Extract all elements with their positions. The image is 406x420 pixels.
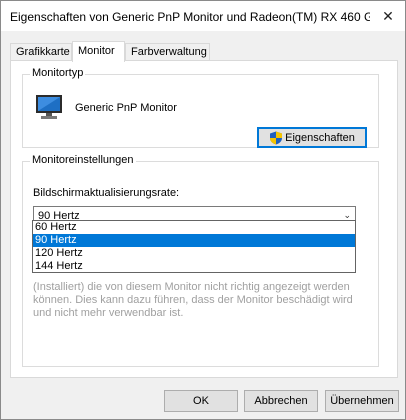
uac-shield-icon	[270, 131, 283, 144]
refresh-rate-label: Bildschirmaktualisierungsrate:	[33, 187, 180, 199]
properties-button[interactable]: Eigenschaften	[257, 127, 367, 148]
option-120-hertz[interactable]: 120 Hertz	[33, 247, 355, 260]
tab-farbverwaltung[interactable]: Farbverwaltung	[125, 43, 210, 61]
ok-button[interactable]: OK	[164, 390, 238, 412]
refresh-rate-dropdown-list: 60 Hertz 90 Hertz 120 Hertz 144 Hertz	[32, 220, 356, 273]
close-button[interactable]: ✕	[371, 1, 405, 31]
monitor-settings-label: Monitoreinstellungen	[30, 154, 136, 166]
monitor-type-group: Monitortyp Generic PnP Monitor Eigenscha…	[22, 67, 379, 148]
tab-panel-monitor: Monitortyp Generic PnP Monitor Eigenscha…	[10, 60, 398, 378]
refresh-warning-text: (Installiert) die von diesem Monitor nic…	[33, 281, 353, 319]
title-bar[interactable]: Eigenschaften von Generic PnP Monitor un…	[1, 1, 405, 31]
cancel-button[interactable]: Abbrechen	[244, 390, 318, 412]
monitor-name: Generic PnP Monitor	[75, 102, 177, 114]
properties-button-label: Eigenschaften	[285, 131, 355, 144]
monitor-type-label: Monitortyp	[30, 67, 86, 79]
option-60-hertz[interactable]: 60 Hertz	[33, 221, 355, 234]
tab-monitor[interactable]: Monitor	[72, 41, 125, 62]
apply-button[interactable]: Übernehmen	[325, 390, 399, 412]
option-90-hertz[interactable]: 90 Hertz	[33, 234, 355, 247]
option-144-hertz[interactable]: 144 Hertz	[33, 260, 355, 273]
dialog-window: Eigenschaften von Generic PnP Monitor un…	[0, 0, 406, 420]
window-title: Eigenschaften von Generic PnP Monitor un…	[10, 10, 370, 24]
tab-grafikkarte[interactable]: Grafikkarte	[10, 43, 72, 61]
monitor-icon	[36, 95, 62, 119]
close-icon: ✕	[382, 7, 394, 24]
